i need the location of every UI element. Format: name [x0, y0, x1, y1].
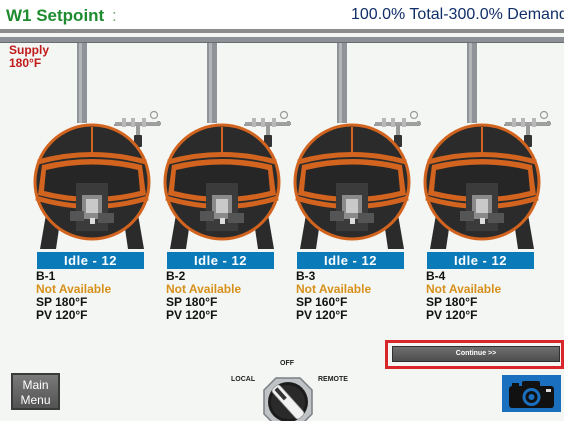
boiler-graphic[interactable] [30, 43, 165, 253]
main-menu-label-line2: Menu [20, 393, 51, 407]
page-title: W1 Setpoint [6, 6, 105, 25]
switch-remote-label: REMOTE [318, 376, 348, 383]
boiler-process-value: PV 120°F [166, 308, 218, 322]
boiler-graphic[interactable] [420, 43, 555, 253]
boiler-status-bar[interactable]: Idle - 12 [427, 252, 534, 269]
boiler-graphic[interactable] [160, 43, 295, 253]
main-menu-label-line1: Main [22, 378, 49, 392]
boiler-graphic[interactable] [290, 43, 425, 253]
boiler-info: B-2 Not Available SP 180°F PV 120°F [166, 270, 296, 322]
local-off-remote-selector-switch[interactable] [258, 366, 318, 421]
boiler-status-bar[interactable]: Idle - 12 [37, 252, 144, 269]
boiler-process-value: PV 120°F [296, 308, 348, 322]
boiler-info: B-4 Not Available SP 180°F PV 120°F [426, 270, 556, 322]
boiler-status-bar[interactable]: Idle - 12 [297, 252, 404, 269]
boiler-info: B-3 Not Available SP 160°F PV 120°F [296, 270, 426, 322]
main-menu-button[interactable]: Main Menu [11, 373, 60, 410]
camera-icon[interactable] [502, 375, 561, 412]
header-bar: W1 Setpoint : 100.0% Total-300.0% Demand [0, 0, 564, 33]
boiler-process-value: PV 120°F [36, 308, 88, 322]
demand-status: 100.0% Total-300.0% Demand [351, 6, 564, 23]
switch-local-label: LOCAL [231, 376, 256, 383]
continue-button[interactable]: Continue >> [392, 346, 560, 362]
title-separator: : [112, 6, 117, 25]
boiler-status-bar[interactable]: Idle - 12 [167, 252, 274, 269]
continue-highlight: Continue >> [385, 340, 564, 369]
boiler-process-value: PV 120°F [426, 308, 478, 322]
boiler-info: B-1 Not Available SP 180°F PV 120°F [36, 270, 166, 322]
